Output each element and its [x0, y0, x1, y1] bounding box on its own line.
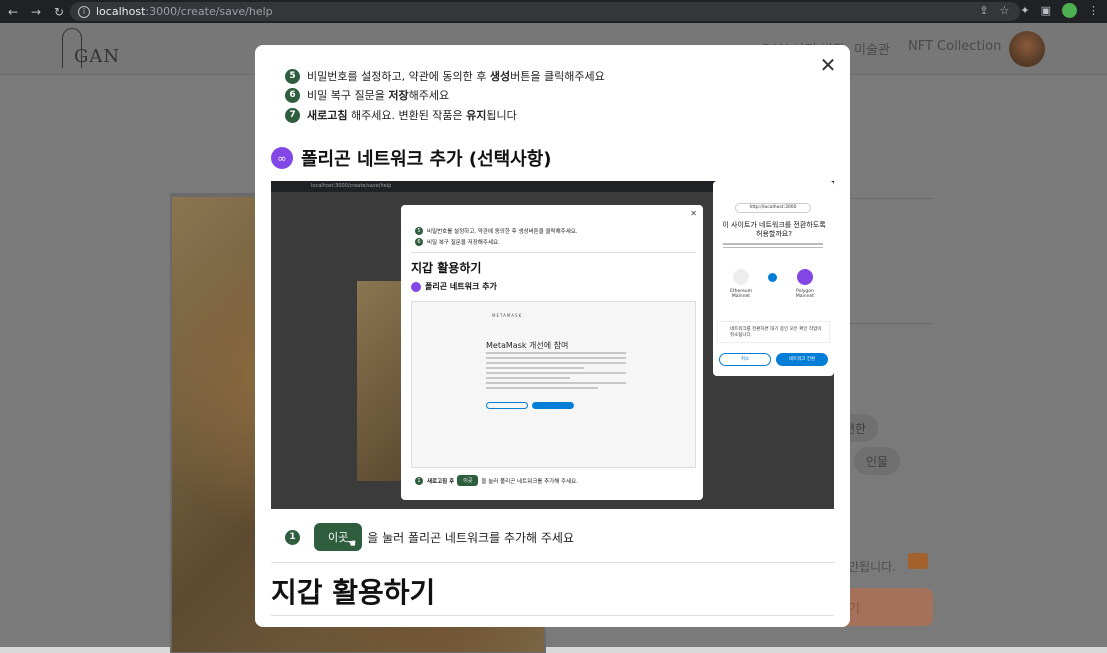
close-icon: ✕	[690, 209, 697, 218]
divider	[850, 323, 933, 324]
divider	[271, 562, 834, 563]
metamask-popup: http://localhost:3000 이 사이트가 네트워크를 전환하도록…	[713, 181, 834, 376]
switch-question: 이 사이트가 네트워크를 전환하도록 허용할까요?	[722, 221, 826, 238]
polygon-icon	[411, 281, 421, 292]
arrow-icon	[768, 273, 777, 282]
bookmark-star-icon[interactable]: ☆	[1000, 4, 1010, 17]
forward-icon[interactable]: →	[26, 5, 46, 19]
screenshot-artwork	[357, 281, 401, 481]
mini-instruction: 1 새로고침 후 이곳 을 눌러 폴리곤 네트워크를 추가해 주세요.	[415, 475, 578, 486]
mini-step: 6 비밀 복구 질문을 저장해주세요.	[415, 238, 500, 246]
menu-dots-icon[interactable]: ⋮	[1088, 4, 1099, 17]
profile-avatar-icon[interactable]	[1062, 3, 1077, 18]
pointer-cursor-icon: ☚	[346, 537, 357, 550]
step-item: 5 비밀번호를 설정하고, 약관에 동의한 후 생성버튼을 클릭해주세요	[285, 67, 605, 85]
url-path: :3000/create/save/help	[145, 5, 273, 18]
nav-nft-collection[interactable]: NFT Collection	[908, 39, 1001, 54]
mini-subheading: 폴리곤 네트워크 추가	[411, 281, 497, 292]
extensions-icon[interactable]: ✦	[1020, 4, 1029, 17]
section-title: 폴리곤 네트워크 추가 (선택사항)	[301, 149, 552, 170]
divider	[850, 198, 933, 199]
section-heading: ∞ 폴리곤 네트워크 추가 (선택사항)	[271, 145, 552, 171]
metamask-fox-icon	[908, 553, 928, 569]
warning-box: 네트워크를 전환하면 대기 중인 모든 확인 작업이 취소됩니다.	[717, 321, 830, 343]
metamask-no-button	[486, 402, 528, 409]
address-bar[interactable]: i localhost:3000/create/save/help	[70, 2, 1020, 21]
mini-heading: 지갑 활용하기	[411, 261, 482, 275]
step-number: 1	[285, 529, 300, 545]
step-list: 5 비밀번호를 설정하고, 약관에 동의한 후 생성버튼을 클릭해주세요 6 비…	[285, 68, 605, 125]
step-item: 7 새로고침 해주세요. 변환된 작품은 유지됩니다	[285, 105, 605, 125]
instruction-text: 을 눌러 폴리곤 네트워크를 추가해 주세요	[367, 530, 575, 545]
browser-toolbar: ← → ↻ i localhost:3000/create/save/help …	[0, 0, 1107, 23]
wallet-usage-heading: 지갑 활용하기	[271, 576, 436, 609]
mini-step: 5 비밀번호를 설정하고, 약관에 동의한 후 생성버튼을 클릭해주세요.	[415, 227, 578, 235]
info-note: 만됩니다.	[848, 560, 896, 574]
popup-switch-button: 네트워크 전환	[776, 353, 828, 366]
user-avatar[interactable]	[1009, 31, 1045, 67]
metamask-title: MetaMask 개선에 참여	[486, 341, 569, 350]
popup-cancel-button: 취소	[719, 353, 771, 366]
polygon-icon: ∞	[271, 147, 293, 169]
tutorial-screenshot: localhost:3000/create/save/help ✕ 5 비밀번호를…	[271, 181, 834, 509]
step-item: 6 비밀 복구 질문을 저장해주세요	[285, 85, 605, 105]
screenshot-modal: ✕ 5 비밀번호를 설정하고, 약관에 동의한 후 생성버튼을 클릭해주세요. 6…	[401, 205, 703, 500]
reload-icon[interactable]: ↻	[49, 5, 69, 19]
metamask-screen: METAMASK MetaMask 개선에 참여	[411, 301, 696, 468]
back-icon[interactable]: ←	[3, 5, 23, 19]
metamask-agree-button	[532, 402, 574, 409]
nav-gallery[interactable]: 미술관	[854, 39, 890, 58]
close-icon[interactable]: ✕	[818, 55, 838, 75]
instruction-row: 1 이곳 ☚ 을 눌러 폴리곤 네트워크를 추가해 주세요	[285, 523, 574, 551]
site-logo[interactable]: GAN	[60, 28, 119, 70]
site-url-pill: http://localhost:3000	[735, 203, 811, 213]
help-modal: ✕ 5 비밀번호를 설정하고, 약관에 동의한 후 생성버튼을 클릭해주세요 6…	[255, 45, 850, 627]
network-ethereum: Ethereum Mainnet	[723, 269, 759, 299]
add-polygon-button[interactable]: 이곳 ☚	[314, 523, 363, 551]
url-host: localhost	[96, 5, 146, 18]
site-info-icon[interactable]: i	[78, 5, 90, 18]
sidebar-icon[interactable]: ▣	[1041, 4, 1051, 17]
share-icon[interactable]: ⇪	[979, 4, 988, 17]
network-polygon: Polygon Mainnet	[787, 269, 823, 299]
metamask-logo: METAMASK	[492, 313, 523, 318]
tag-chip[interactable]: 인물	[854, 447, 901, 475]
divider	[271, 615, 834, 616]
